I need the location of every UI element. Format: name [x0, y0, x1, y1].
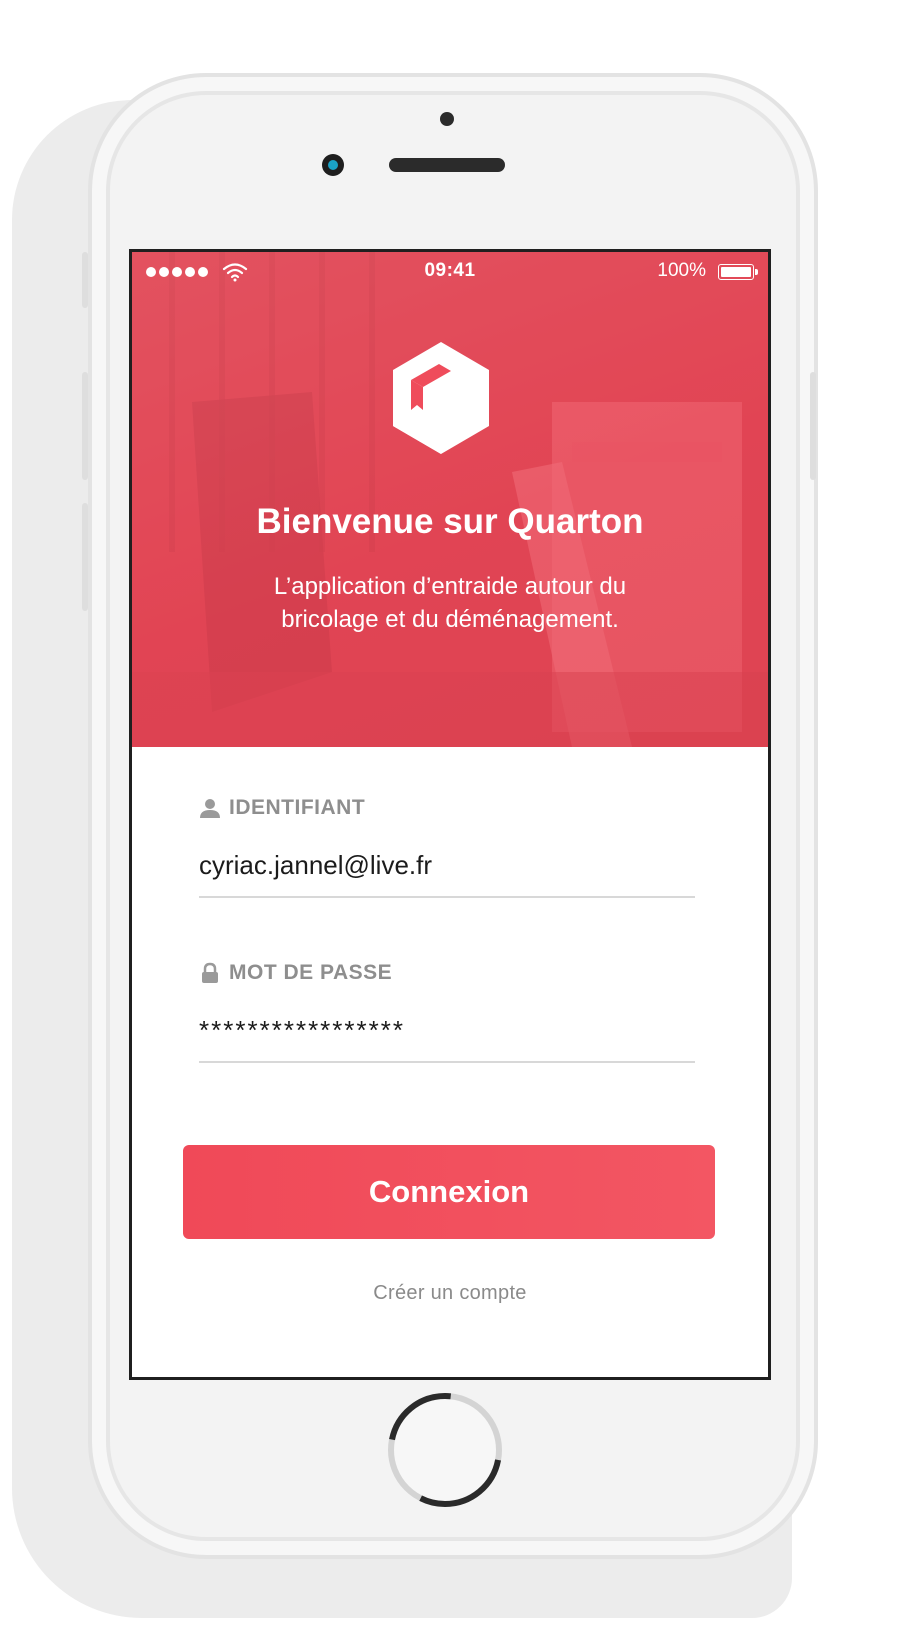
- subtitle-line-1: L’application d’entraide autour du: [273, 573, 627, 600]
- box-icon: [393, 342, 489, 454]
- battery-percent: 100%: [657, 260, 706, 281]
- battery-icon: [718, 264, 758, 280]
- welcome-subtitle: L’application d’entraide autour du brico…: [212, 570, 688, 636]
- home-button-ring: [388, 1393, 502, 1507]
- user-icon: [200, 799, 220, 818]
- proximity-sensor: [440, 112, 454, 126]
- identifier-underline: [199, 896, 695, 898]
- welcome-title: Bienvenue sur Quarton: [256, 502, 644, 541]
- password-label-row: MOT DE PASSE: [199, 961, 695, 985]
- identifier-field: IDENTIFIANT: [199, 796, 695, 898]
- mute-switch: [82, 252, 88, 308]
- hero-banner: 09:41 100% Bienvenue sur Quarton L’appli…: [132, 252, 768, 747]
- lock-icon: [202, 962, 218, 983]
- password-label: MOT DE PASSE: [229, 961, 393, 984]
- login-button[interactable]: Connexion: [183, 1145, 715, 1239]
- status-bar: 09:41 100%: [132, 252, 768, 292]
- earpiece-speaker: [389, 158, 505, 172]
- identifier-input[interactable]: [199, 848, 695, 882]
- create-account-link[interactable]: Créer un compte: [132, 1282, 768, 1305]
- subtitle-line-2: bricolage et du déménagement.: [281, 606, 619, 633]
- identifier-label: IDENTIFIANT: [229, 796, 366, 819]
- front-camera: [322, 154, 344, 176]
- phone-screen: 09:41 100% Bienvenue sur Quarton L’appli…: [129, 249, 771, 1380]
- home-button[interactable]: [388, 1393, 502, 1507]
- volume-down-button: [82, 503, 88, 611]
- background-photo: [132, 252, 768, 747]
- password-input[interactable]: [199, 1013, 695, 1047]
- password-field: MOT DE PASSE: [199, 961, 695, 1063]
- identifier-label-row: IDENTIFIANT: [199, 796, 695, 820]
- power-button: [810, 372, 816, 480]
- volume-up-button: [82, 372, 88, 480]
- password-underline: [199, 1061, 695, 1063]
